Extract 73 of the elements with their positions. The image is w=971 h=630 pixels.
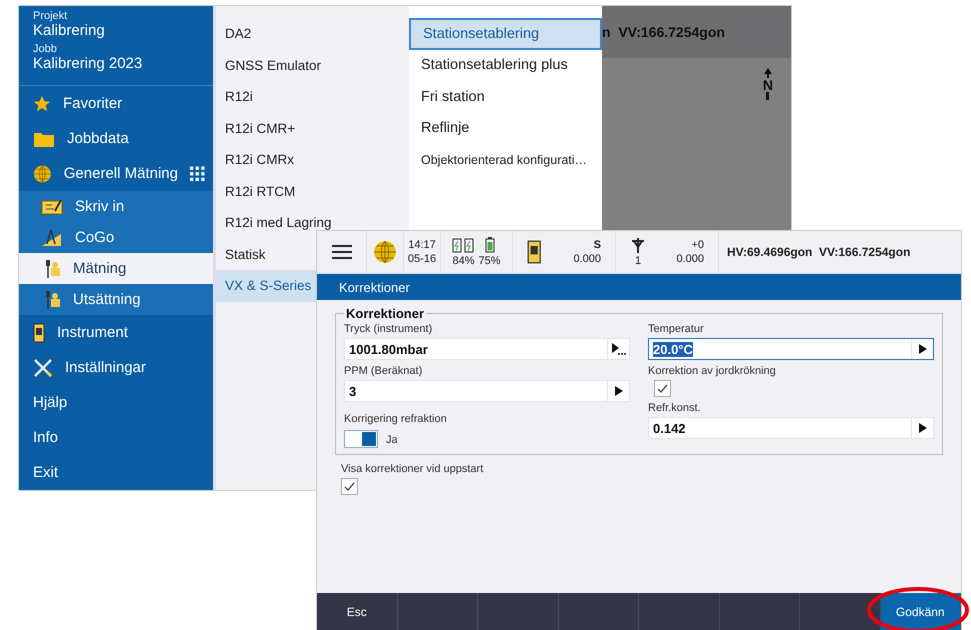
toggle-label: Korrigering refraktion [344,413,448,425]
instrument-menu-item[interactable]: R12i [216,81,409,112]
dialog-title: Korrektioner [317,274,961,300]
target-number: 1 [634,255,642,267]
job-label: Jobb [33,43,58,55]
sidebar-item[interactable]: Inställningar [19,350,213,385]
total-station-icon [527,240,542,264]
check-icon [344,482,355,491]
instrument-menu-item[interactable]: R12i RTCM [216,176,409,207]
target-offset: +0 [691,239,704,251]
sidebar-item[interactable]: Exit [19,455,213,490]
sidebar-subitem[interactable]: Utsättning [19,284,213,315]
charging-battery-icon [464,237,474,253]
field-label: Temperatur [648,323,705,335]
prism-target-icon [630,237,646,253]
job-name: Kalibrering 2023 [33,55,144,72]
tools-icon [33,358,53,378]
sidebar-item[interactable]: Instrument [19,315,213,350]
function-menu-item[interactable]: Reflinje [409,112,602,144]
input-field[interactable]: 0.142 [648,417,934,439]
checkbox[interactable] [341,478,358,495]
function-menu-item[interactable]: Stationsetablering plus [409,50,602,81]
menu-icon[interactable] [332,245,352,259]
apps-grid-icon[interactable] [190,166,205,182]
function-menu-item[interactable]: Stationsetablering [409,18,602,50]
sidebar-item[interactable]: Generell Mätning [19,156,213,191]
target-value: 0.000 [676,253,704,265]
escape-softkey[interactable]: Esc [317,593,398,630]
instrument-menu-item[interactable]: DA2 [216,18,409,50]
star-icon [33,94,51,112]
field-label: Refr.konst. [648,402,702,414]
checkbox-label: Visa korrektioner vid uppstart [341,463,484,475]
sidebar-item[interactable]: Hjälp [19,385,213,420]
input-field[interactable]: 3 [344,380,630,402]
input-field[interactable]: 20.0°C [648,338,934,360]
checkbox-label: Korrektion av jordkrökning [648,365,777,377]
checkbox[interactable] [654,380,671,397]
toggle-state-text: Ja [386,434,398,446]
instrument-menu-item[interactable]: R12i CMR+ [216,112,409,144]
sidebar-subitem[interactable]: Mätning [19,253,213,284]
battery-percent: 75% [478,255,501,267]
angle-readout: HV:69.4696gon VV:166.7254gon [727,245,910,259]
clock-time: 14:17 [408,239,436,251]
map-status-text: n VV:166.7254gon [602,6,791,58]
toggle-switch[interactable] [344,430,378,448]
battery-percent: 84% [452,255,474,267]
field-arrow-button[interactable] [607,339,629,359]
project-name: Kalibrering [33,22,106,39]
input-field[interactable]: 1001.80mbar [344,338,630,360]
group-title: Korrektioner [345,306,426,321]
globe-icon [33,164,52,184]
instrument-menu-item[interactable]: GNSS Emulator [216,50,409,81]
field-label: Tryck (instrument) [344,323,434,335]
sidebar-item[interactable]: Jobbdata [19,121,213,156]
project-label: Projekt [33,10,68,22]
sidebar-item[interactable]: Favoriter [19,86,213,121]
clock-date: 05-16 [408,253,436,265]
instrument-code: S [594,239,601,251]
instrument-menu-item[interactable]: R12i CMRx [216,144,409,176]
check-icon [657,384,668,393]
sidebar-subitem[interactable]: CoGo [19,222,213,253]
function-menu-item[interactable]: Fri station [409,81,602,112]
charging-battery-icon [452,237,462,253]
globe-icon [373,240,397,264]
sidebar-subitem[interactable]: Skriv in [19,191,213,222]
keypad-icon [41,198,63,216]
sidebar-item[interactable]: Info [19,420,213,455]
battery-icon [484,237,495,253]
total-station-icon [33,322,45,342]
compass-ruler-icon [41,228,63,246]
instrument-value: 0.000 [573,253,601,265]
function-menu-item[interactable]: Objektorienterad konfigurati… [409,144,602,176]
field-label: PPM (Beräknat) [344,365,424,377]
